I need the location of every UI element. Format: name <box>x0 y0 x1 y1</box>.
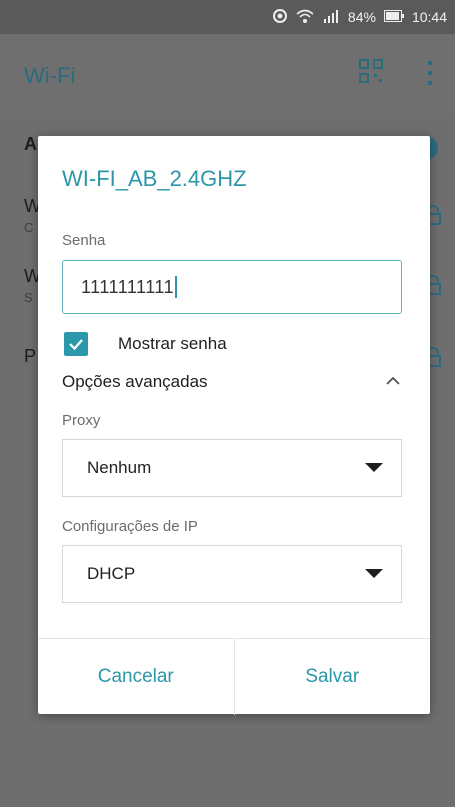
sync-icon <box>272 8 288 27</box>
more-options-icon[interactable] <box>424 58 436 88</box>
proxy-select[interactable]: Nenhum <box>62 439 402 497</box>
password-value: 1111111111 <box>81 276 175 297</box>
list-item-subtitle: C <box>24 220 34 235</box>
proxy-value: Nenhum <box>87 458 152 477</box>
save-button[interactable]: Salvar <box>233 639 431 715</box>
qr-code-icon[interactable] <box>358 58 384 84</box>
battery-percent: 84% <box>347 9 376 25</box>
list-item-title: P <box>24 346 37 366</box>
chevron-up-icon[interactable] <box>384 374 402 388</box>
advanced-options-label[interactable]: Opções avançadas <box>62 372 208 392</box>
battery-icon <box>383 9 404 25</box>
proxy-label: Proxy <box>62 412 101 429</box>
ip-settings-select[interactable]: DHCP <box>62 545 402 603</box>
clock: 10:44 <box>411 9 447 25</box>
text-cursor <box>175 276 178 298</box>
list-item-title: A <box>24 134 37 154</box>
signal-icon <box>322 9 340 26</box>
show-password-checkbox[interactable] <box>64 332 88 356</box>
password-input[interactable]: 1111111111 <box>62 260 402 314</box>
list-item-subtitle: S <box>24 290 33 305</box>
show-password-label: Mostrar senha <box>118 334 227 353</box>
app-bar: Wi-Fi <box>0 34 455 114</box>
dialog-button-bar: Cancelar Salvar <box>38 638 430 715</box>
dropdown-arrow-icon <box>365 463 383 472</box>
wifi-connect-dialog: WI-FI_AB_2.4GHZ Senha 1111111111 Mostrar… <box>38 136 430 715</box>
dropdown-arrow-icon <box>365 569 383 578</box>
status-bar: 84% 10:44 <box>0 0 455 34</box>
app-title: Wi-Fi <box>24 63 76 88</box>
password-label: Senha <box>62 232 106 249</box>
dialog-title: WI-FI_AB_2.4GHZ <box>62 166 247 191</box>
cancel-button[interactable]: Cancelar <box>38 639 234 715</box>
wifi-icon <box>296 8 314 27</box>
ip-settings-value: DHCP <box>87 564 136 583</box>
ip-settings-label: Configurações de IP <box>62 518 198 535</box>
checkmark-icon <box>69 339 83 351</box>
